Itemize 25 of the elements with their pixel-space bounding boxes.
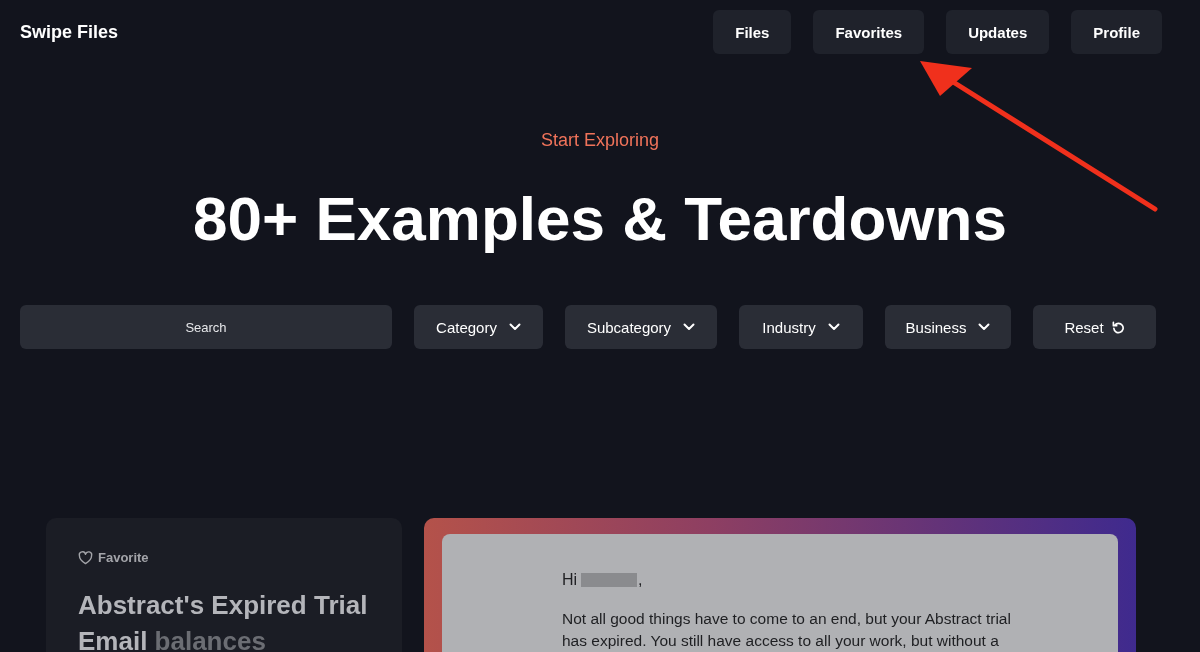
chevron-down-icon	[978, 323, 991, 331]
card-title: Abstract's Expired Trial Email balances	[78, 589, 369, 652]
nav-button[interactable]: Updates	[946, 10, 1050, 54]
greeting-text: Hi	[562, 570, 578, 590]
nav-button[interactable]: Favorites	[813, 10, 925, 54]
chevron-down-icon	[827, 323, 840, 331]
filter-dropdown[interactable]: Business	[885, 305, 1011, 349]
favorite-button[interactable]: Favorite	[78, 550, 149, 565]
eyebrow-text: Start Exploring	[539, 129, 661, 152]
chevron-down-icon	[508, 323, 521, 331]
search-field[interactable]: Search	[20, 305, 392, 349]
filter-dropdown[interactable]: Category	[414, 305, 543, 349]
chevron-down-icon	[683, 323, 696, 331]
email-text: has expired. You still have access to all your work, but without a	[562, 631, 1000, 651]
redacted-name	[581, 573, 638, 587]
nav-button[interactable]: Files	[713, 10, 792, 54]
comma-text: ,	[638, 570, 643, 590]
nav-button[interactable]: Profile	[1071, 10, 1162, 54]
email-text: Not all good things have to come to an end, but your Abstract trial	[562, 609, 1012, 629]
hero-heading: 80+ Examples & Teardowns	[192, 183, 1008, 255]
filter-dropdown[interactable]: Subcategory	[565, 305, 717, 349]
reset-button[interactable]: Reset	[1033, 305, 1156, 349]
filter-dropdown[interactable]: Industry	[739, 305, 863, 349]
site-title[interactable]: Swipe Files	[20, 21, 119, 43]
reset-icon	[1111, 320, 1125, 334]
